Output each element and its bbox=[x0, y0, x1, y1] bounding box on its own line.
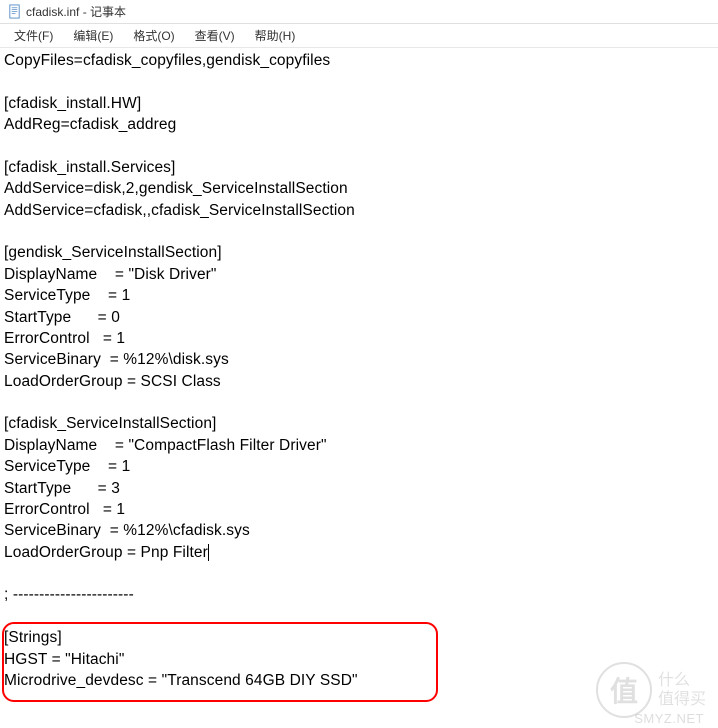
window-title: cfadisk.inf - 记事本 bbox=[26, 3, 126, 20]
menu-edit[interactable]: 编辑(E) bbox=[65, 25, 121, 46]
text-line bbox=[4, 563, 714, 584]
text-line: ErrorControl = 1 bbox=[4, 328, 714, 349]
text-line bbox=[4, 221, 714, 242]
watermark: 值 什么 值得买 bbox=[596, 662, 706, 718]
text-line: [cfadisk_ServiceInstallSection] bbox=[4, 413, 714, 434]
watermark-cn-text: 什么 值得买 bbox=[658, 671, 706, 709]
text-line: [gendisk_ServiceInstallSection] bbox=[4, 242, 714, 263]
text-line: [cfadisk_install.Services] bbox=[4, 157, 714, 178]
text-line: LoadOrderGroup = Pnp Filter bbox=[4, 542, 714, 563]
text-editor-area[interactable]: CopyFiles=cfadisk_copyfiles,gendisk_copy… bbox=[0, 48, 718, 693]
text-line: [Strings] bbox=[4, 627, 714, 648]
text-line: AddReg=cfadisk_addreg bbox=[4, 114, 714, 135]
text-line: ErrorControl = 1 bbox=[4, 499, 714, 520]
text-line: DisplayName = "Disk Driver" bbox=[4, 264, 714, 285]
text-line: AddService=cfadisk,,cfadisk_ServiceInsta… bbox=[4, 200, 714, 221]
text-line: [cfadisk_install.HW] bbox=[4, 93, 714, 114]
watermark-url: SMYZ.NET bbox=[634, 711, 704, 726]
watermark-circle-icon: 值 bbox=[596, 662, 652, 718]
window-titlebar: cfadisk.inf - 记事本 bbox=[0, 0, 718, 24]
text-line: ServiceType = 1 bbox=[4, 285, 714, 306]
text-line: DisplayName = "CompactFlash Filter Drive… bbox=[4, 435, 714, 456]
menu-file[interactable]: 文件(F) bbox=[6, 25, 61, 46]
text-line: ServiceType = 1 bbox=[4, 456, 714, 477]
text-line: LoadOrderGroup = SCSI Class bbox=[4, 371, 714, 392]
text-line: AddService=disk,2,gendisk_ServiceInstall… bbox=[4, 178, 714, 199]
menu-view[interactable]: 查看(V) bbox=[187, 25, 243, 46]
text-line: ServiceBinary = %12%\disk.sys bbox=[4, 349, 714, 370]
text-line bbox=[4, 71, 714, 92]
menu-format[interactable]: 格式(O) bbox=[125, 25, 182, 46]
menubar: 文件(F) 编辑(E) 格式(O) 查看(V) 帮助(H) bbox=[0, 24, 718, 48]
text-line bbox=[4, 392, 714, 413]
text-line bbox=[4, 136, 714, 157]
text-line: ServiceBinary = %12%\cfadisk.sys bbox=[4, 520, 714, 541]
text-line: ; ----------------------- bbox=[4, 584, 714, 605]
text-line: StartType = 0 bbox=[4, 307, 714, 328]
notepad-file-icon bbox=[6, 4, 22, 20]
text-line: CopyFiles=cfadisk_copyfiles,gendisk_copy… bbox=[4, 50, 714, 71]
watermark-cn-bottom: 值得买 bbox=[658, 690, 706, 709]
text-line bbox=[4, 606, 714, 627]
watermark-cn-top: 什么 bbox=[658, 671, 706, 690]
text-line: StartType = 3 bbox=[4, 478, 714, 499]
menu-help[interactable]: 帮助(H) bbox=[247, 25, 304, 46]
